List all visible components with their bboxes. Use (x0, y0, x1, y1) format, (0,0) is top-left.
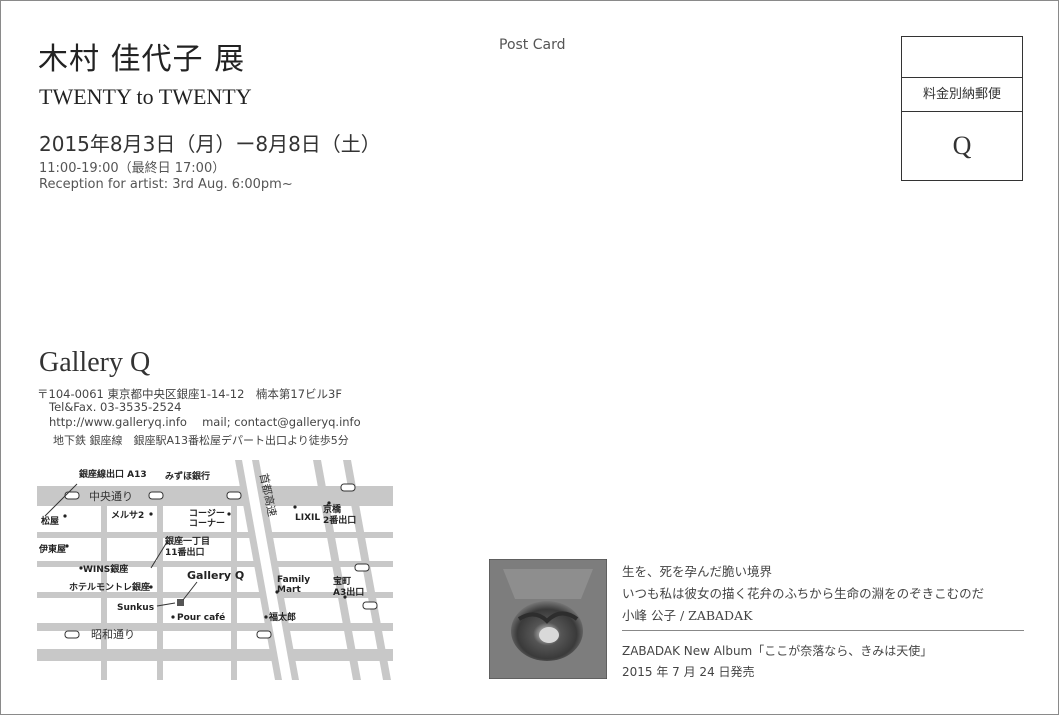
gallery-web-mail: http://www.galleryq.info mail; contact@g… (49, 415, 361, 429)
access-map: 銀座線出口 A13 みずほ銀行 中央通り 松屋 メルサ2 コージー コーナー L… (37, 460, 393, 680)
gallery-access: 地下鉄 銀座線 銀座駅A13番松屋デパート出口より徒歩5分 (53, 434, 349, 447)
exhibition-hours: 11:00-19:00（最終日 17:00） (39, 161, 226, 176)
postcard-label: Post Card (499, 37, 566, 53)
exhibition-title-en: TWENTY to TWENTY (39, 84, 252, 109)
poem-line-2: いつも私は彼女の描く花弁のふちから生命の淵をのぞきこむのだ (622, 586, 985, 601)
album-release: 2015 年 7 月 24 日発売 (622, 665, 755, 679)
album-title: ZABADAK New Album「ここが奈落なら、きみは天使」 (622, 644, 933, 658)
postage-blank-row (902, 37, 1022, 78)
map-showa-dori: 昭和通り (91, 628, 135, 641)
road-v3 (231, 506, 237, 680)
postage-label: 料金別納郵便 (902, 78, 1022, 112)
album-artwork (489, 559, 607, 679)
map-takara-2: A3出口 (333, 586, 364, 598)
map-wins: WINS銀座 (83, 563, 128, 575)
road-h2 (37, 532, 393, 538)
map-family-1: Family (277, 575, 310, 585)
exhibition-title-jp: 木村 佳代子 展 (38, 42, 246, 77)
map-kyobashi-1: 京橋 (323, 503, 342, 515)
map-sunkus: Sunkus (117, 603, 154, 613)
map-family-2: Mart (277, 585, 301, 595)
map-hotel: ホテルモントレ銀座 (69, 581, 150, 593)
map-pourcafe: Pour café (177, 612, 225, 623)
map-kyobashi-2: 2番出口 (323, 514, 356, 526)
road-v1 (101, 506, 107, 680)
map-kohi-1: コージー (189, 508, 225, 519)
map-exit-a13: 銀座線出口 A13 (79, 468, 147, 480)
map-chuo-dori: 中央通り (89, 490, 133, 503)
gallery-name: Gallery Q (39, 347, 151, 378)
road-v2 (157, 506, 163, 680)
map-takara-1: 宝町 (333, 575, 351, 587)
map-lixil: LIXIL (295, 513, 320, 523)
divider (622, 630, 1024, 631)
map-mizuho: みずほ銀行 (165, 470, 210, 482)
reception-info: Reception for artist: 3rd Aug. 6:00pm~ (39, 177, 293, 192)
poem-line-1: 生を、死を孕んだ脆い境界 (622, 564, 773, 579)
postage-box: 料金別納郵便 Q (901, 36, 1023, 181)
postage-mark: Q (952, 131, 972, 160)
map-ginza1-2: 11番出口 (165, 546, 205, 558)
map-fukutaro: 福太郎 (268, 611, 296, 623)
map-melsa: メルサ2 (111, 510, 144, 521)
map-matsuya: 松屋 (41, 515, 59, 527)
map-isetan: 伊東屋 (38, 543, 66, 555)
map-gallery-label: Gallery Q (187, 569, 244, 582)
poem-credit: 小峰 公子 / ZABADAK (622, 608, 753, 623)
gallery-marker (177, 599, 184, 606)
map-kohi-2: コーナー (189, 518, 225, 529)
gallery-tel: Tel&Fax. 03-3535-2524 (49, 400, 182, 414)
road-showa (37, 649, 393, 661)
map-ginza1-1: 銀座一丁目 (165, 535, 210, 547)
postcard: 木村 佳代子 展 TWENTY to TWENTY 2015年8月3日（月）ー8… (0, 0, 1059, 715)
exhibition-dates: 2015年8月3日（月）ー8月8日（土） (39, 132, 381, 156)
